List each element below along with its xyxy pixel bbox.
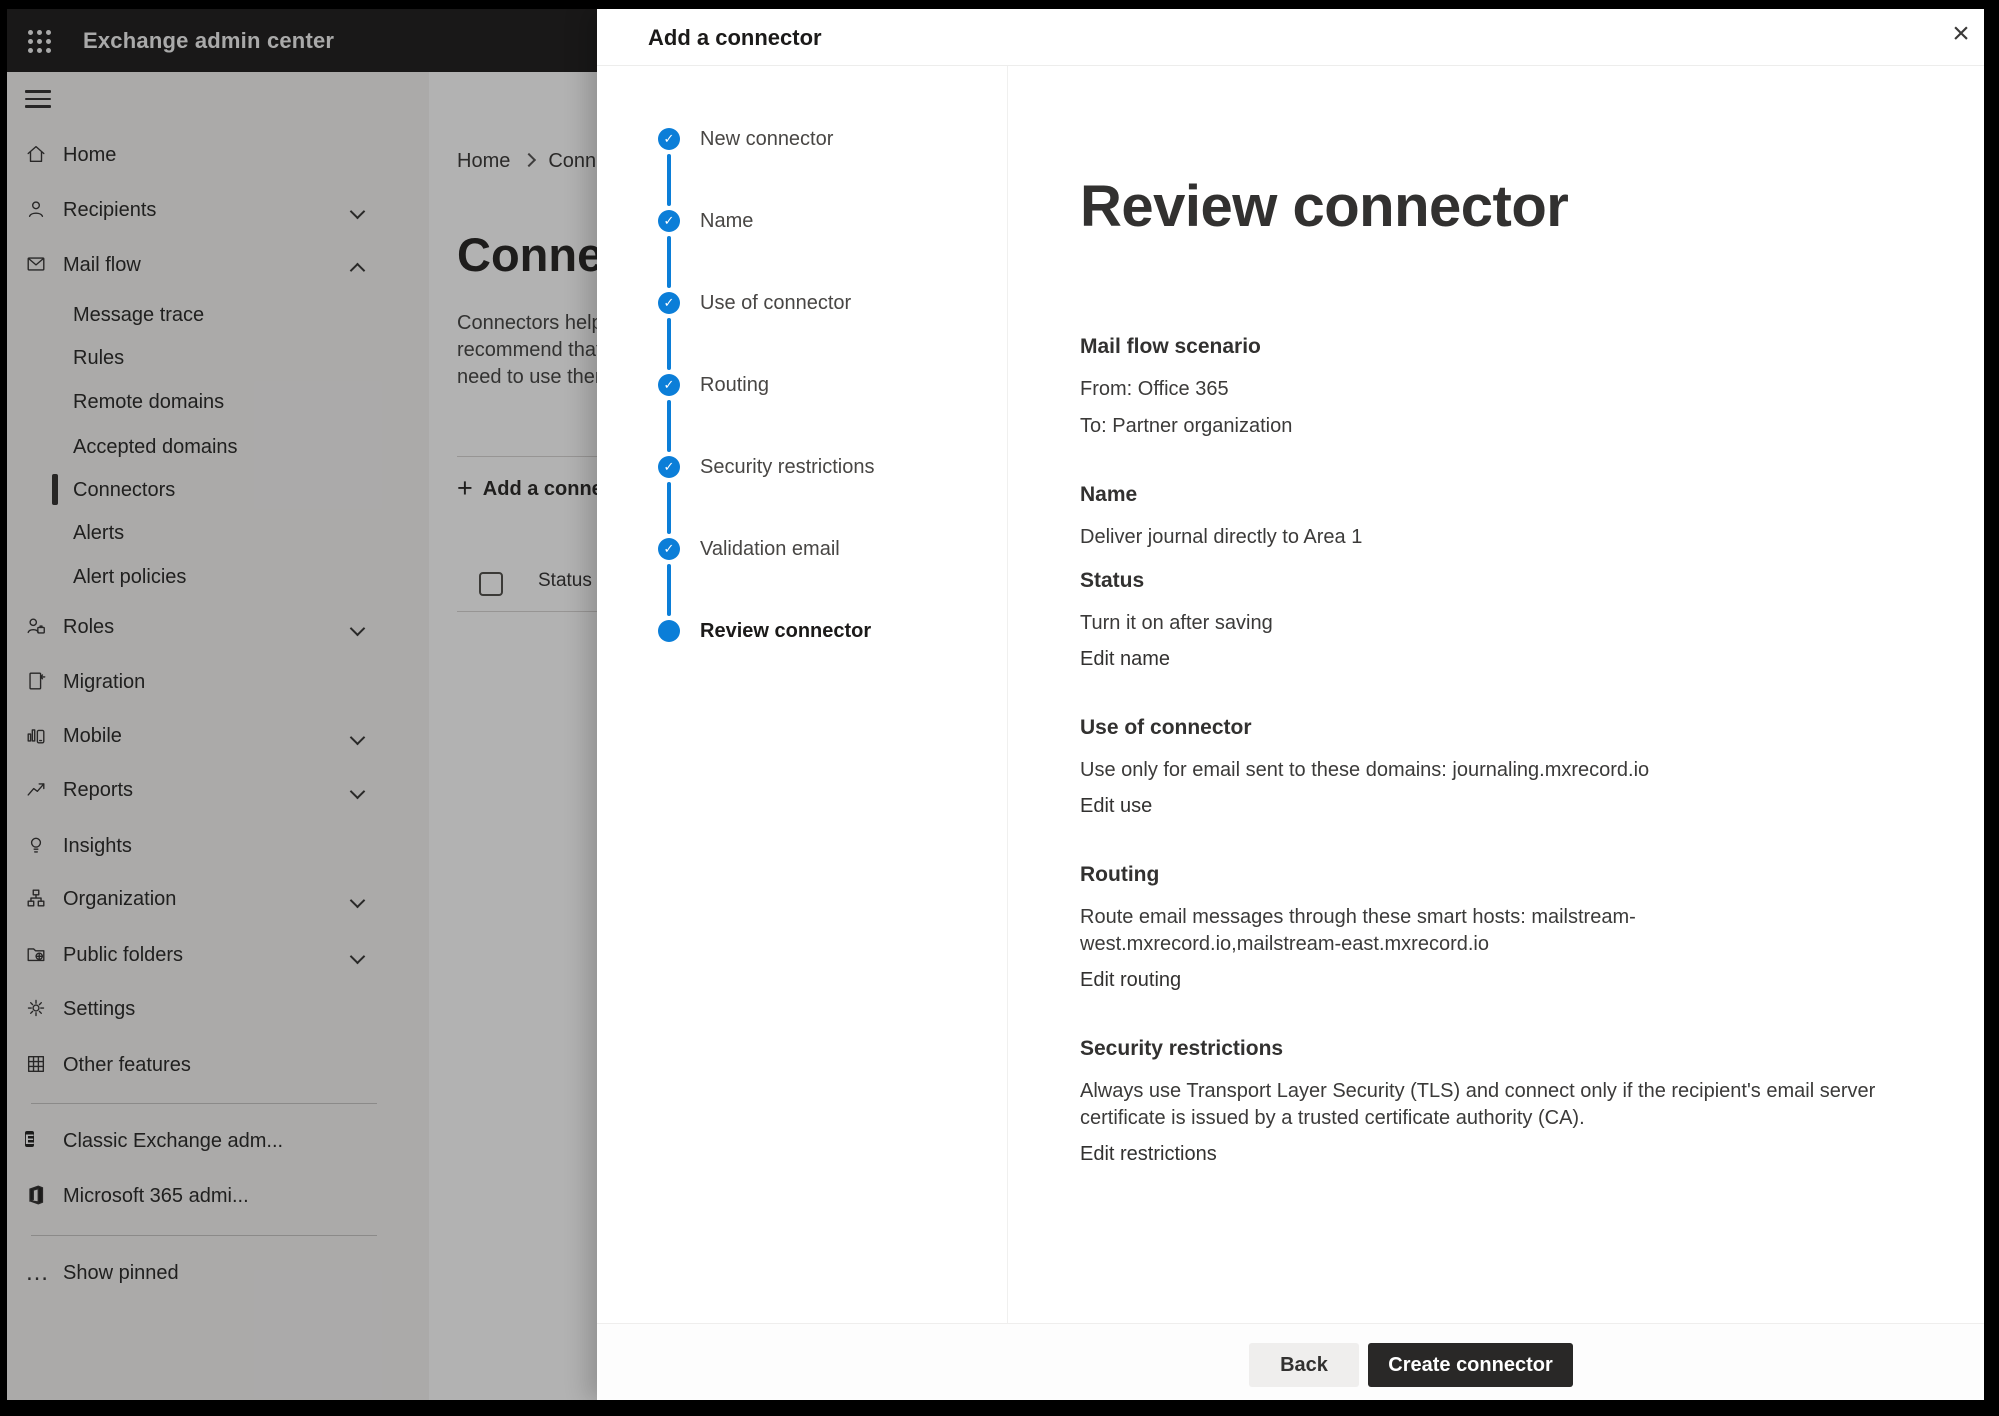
review-heading: Review connector xyxy=(1080,174,1890,240)
divider xyxy=(1007,66,1008,1323)
wizard-step-validation-email[interactable]: ✓ Validation email xyxy=(597,537,1007,561)
step-complete-check-icon: ✓ xyxy=(658,210,680,232)
modal-dim-overlay xyxy=(7,9,597,1400)
step-connector-line xyxy=(667,564,671,616)
step-connector-line xyxy=(667,154,671,206)
section-text: Use only for email sent to these domains… xyxy=(1080,757,1890,784)
section-heading: Mail flow scenario xyxy=(1080,333,1890,360)
wizard-step-new-connector[interactable]: ✓ New connector xyxy=(597,127,1007,151)
step-connector-line xyxy=(667,400,671,452)
wizard-step-label: Review connector xyxy=(700,619,871,643)
edit-name-link[interactable]: Edit name xyxy=(1080,646,1170,673)
wizard-step-label: Name xyxy=(700,209,753,233)
close-icon[interactable]: × xyxy=(1943,17,1979,53)
step-complete-check-icon: ✓ xyxy=(658,292,680,314)
edit-routing-link[interactable]: Edit routing xyxy=(1080,967,1181,994)
screen: Exchange admin center HomeRecipientsMail… xyxy=(7,9,1984,1400)
section-text: Always use Transport Layer Security (TLS… xyxy=(1080,1078,1890,1132)
step-complete-check-icon: ✓ xyxy=(658,374,680,396)
wizard-step-use-of-connector[interactable]: ✓ Use of connector xyxy=(597,291,1007,315)
section-heading: Use of connector xyxy=(1080,714,1890,741)
step-connector-line xyxy=(667,482,671,534)
wizard-step-routing[interactable]: ✓ Routing xyxy=(597,373,1007,397)
section-text: From: Office 365 xyxy=(1080,376,1890,403)
section-heading: Security restrictions xyxy=(1080,1035,1890,1062)
step-connector-line xyxy=(667,318,671,370)
section-text: Route email messages through these smart… xyxy=(1080,904,1890,958)
wizard-step-label: Security restrictions xyxy=(700,455,875,479)
wizard-step-label: Validation email xyxy=(700,537,840,561)
review-panel: Review connector Mail flow scenario From:… xyxy=(1080,174,1890,1168)
step-current-icon xyxy=(658,620,680,642)
dialog-footer: Back Create connector xyxy=(597,1324,1984,1400)
step-connector-line xyxy=(667,236,671,288)
create-connector-button[interactable]: Create connector xyxy=(1368,1343,1573,1387)
section-heading: Name xyxy=(1080,481,1890,508)
dialog-title: Add a connector xyxy=(648,23,822,53)
wizard-step-label: New connector xyxy=(700,127,833,151)
section-heading: Status xyxy=(1080,567,1890,594)
wizard-step-label: Routing xyxy=(700,373,769,397)
section-heading: Routing xyxy=(1080,861,1890,888)
step-complete-check-icon: ✓ xyxy=(658,128,680,150)
wizard-step-security-restrictions[interactable]: ✓ Security restrictions xyxy=(597,455,1007,479)
section-text: To: Partner organization xyxy=(1080,413,1890,440)
back-button[interactable]: Back xyxy=(1249,1343,1359,1387)
section-text: Turn it on after saving xyxy=(1080,610,1890,637)
divider xyxy=(597,65,1984,66)
step-complete-check-icon: ✓ xyxy=(658,456,680,478)
section-text: Deliver journal directly to Area 1 xyxy=(1080,524,1890,551)
edit-use-link[interactable]: Edit use xyxy=(1080,793,1152,820)
wizard-step-review-connector[interactable]: Review connector xyxy=(597,619,1007,643)
add-connector-dialog: Add a connector × ✓ New connector ✓ Name ✓ Us… xyxy=(597,9,1984,1400)
edit-restrictions-link[interactable]: Edit restrictions xyxy=(1080,1141,1217,1168)
wizard-step-name[interactable]: ✓ Name xyxy=(597,209,1007,233)
step-complete-check-icon: ✓ xyxy=(658,538,680,560)
wizard-step-label: Use of connector xyxy=(700,291,851,315)
